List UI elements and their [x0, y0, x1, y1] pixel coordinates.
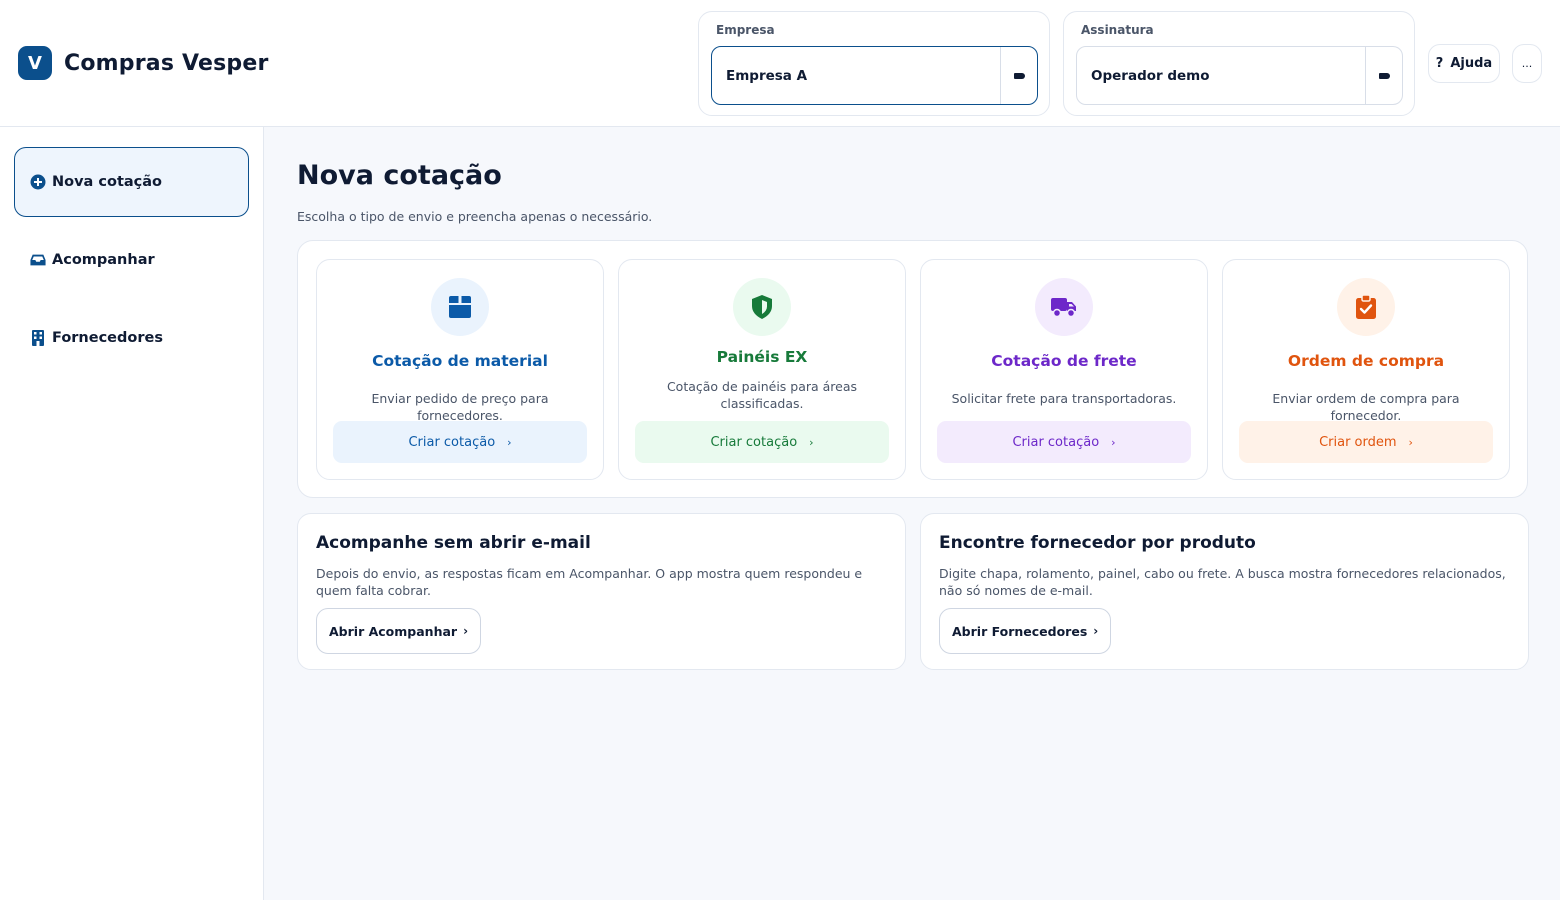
assinatura-selector-card: Assinatura Operador demo: [1063, 11, 1415, 116]
button-label: Criar ordem: [1319, 434, 1397, 450]
track-description: Depois do envio, as respostas ficam em A…: [316, 566, 863, 598]
type-card-paineis-ex[interactable]: Painéis EX Cotação de painéis para áreas…: [618, 259, 906, 480]
app-logo: V: [18, 46, 52, 80]
help-label: Ajuda: [1450, 56, 1493, 71]
top-bar: V Compras Vesper Empresa Empresa A Assin…: [0, 0, 1560, 127]
assinatura-select[interactable]: Operador demo: [1076, 46, 1403, 105]
criar-cotacao-frete-button[interactable]: Criar cotação ›: [937, 421, 1191, 463]
track-info-card: Acompanhe sem abrir e-mail Depois do env…: [297, 513, 906, 670]
sidebar: Nova cotação Acompanhar Fornecedores: [0, 127, 264, 900]
chevron-right-icon: ›: [1111, 435, 1116, 449]
chevron-right-icon: ›: [507, 435, 512, 449]
type-description: Solicitar frete para transportadoras.: [951, 391, 1177, 406]
clipboard-check-icon: [1337, 278, 1395, 336]
assinatura-dropdown-button[interactable]: [1365, 47, 1402, 104]
empresa-value: Empresa A: [726, 67, 808, 84]
button-label: Criar cotação: [710, 434, 798, 450]
empresa-dropdown-button[interactable]: [1000, 47, 1037, 104]
type-description: Enviar ordem de compra para fornecedor.: [1272, 391, 1460, 423]
empresa-label: Empresa: [716, 23, 775, 37]
chevron-right-icon: ›: [1093, 624, 1099, 638]
abrir-fornecedores-button[interactable]: Abrir Fornecedores ›: [939, 608, 1112, 654]
type-title: Cotação de material: [372, 352, 548, 370]
button-label: Abrir Acompanhar: [329, 623, 458, 639]
help-button[interactable]: ? Ajuda: [1428, 44, 1500, 83]
sidebar-item-label: Fornecedores: [52, 330, 163, 346]
chevron-down-icon: [1378, 72, 1390, 79]
suppliers-description: Digite chapa, rolamento, painel, cabo ou…: [939, 566, 1506, 598]
button-label: Criar cotação: [408, 434, 496, 450]
quote-types-panel: Cotação de material Enviar pedido de pre…: [297, 240, 1528, 498]
chevron-right-icon: ›: [1408, 435, 1413, 449]
assinatura-label: Assinatura: [1081, 23, 1154, 37]
sidebar-item-fornecedores[interactable]: Fornecedores: [14, 303, 249, 373]
assinatura-value: Operador demo: [1091, 67, 1210, 84]
abrir-acompanhar-button[interactable]: Abrir Acompanhar ›: [316, 608, 482, 654]
sidebar-item-label: Acompanhar: [52, 252, 155, 268]
button-label: Criar cotação: [1012, 434, 1100, 450]
page-subtitle: Escolha o tipo de envio e preencha apena…: [297, 209, 653, 224]
empresa-select[interactable]: Empresa A: [711, 46, 1038, 105]
empresa-selector-card: Empresa Empresa A: [698, 11, 1050, 116]
inbox-icon: [30, 252, 46, 268]
type-title: Cotação de frete: [991, 352, 1137, 370]
page-title: Nova cotação: [297, 160, 502, 191]
chevron-right-icon: ›: [809, 435, 814, 449]
type-title: Painéis EX: [716, 348, 808, 366]
type-card-cotacao-material[interactable]: Cotação de material Enviar pedido de pre…: [316, 259, 604, 480]
app-name: Compras Vesper: [64, 50, 269, 76]
type-title: Ordem de compra: [1287, 352, 1445, 370]
type-description: Cotação de painéis para áreas classifica…: [666, 379, 858, 411]
truck-icon: [1035, 278, 1093, 336]
box-icon: [431, 278, 489, 336]
criar-ordem-button[interactable]: Criar ordem ›: [1239, 421, 1493, 463]
brand: V Compras Vesper: [18, 46, 269, 80]
question-icon: ?: [1435, 56, 1444, 71]
suppliers-info-card: Encontre fornecedor por produto Digite c…: [920, 513, 1529, 670]
button-label: Abrir Fornecedores: [952, 623, 1088, 639]
chevron-right-icon: ›: [463, 624, 469, 638]
plus-circle-icon: [30, 174, 46, 190]
building-icon: [30, 330, 46, 346]
sidebar-item-nova-cotacao[interactable]: Nova cotação: [14, 147, 249, 217]
type-card-cotacao-frete[interactable]: Cotação de frete Solicitar frete para tr…: [920, 259, 1208, 480]
suppliers-title: Encontre fornecedor por produto: [939, 533, 1256, 553]
shield-icon: [733, 278, 791, 336]
criar-cotacao-material-button[interactable]: Criar cotação ›: [333, 421, 587, 463]
criar-cotacao-paineis-button[interactable]: Criar cotação ›: [635, 421, 889, 463]
type-description: Enviar pedido de preço para fornecedores…: [371, 391, 549, 423]
chevron-down-icon: [1013, 72, 1025, 79]
sidebar-item-acompanhar[interactable]: Acompanhar: [14, 225, 249, 295]
more-button[interactable]: ...: [1512, 44, 1542, 83]
track-title: Acompanhe sem abrir e-mail: [316, 533, 591, 553]
sidebar-item-label: Nova cotação: [52, 174, 162, 190]
type-card-ordem-compra[interactable]: Ordem de compra Enviar ordem de compra p…: [1222, 259, 1510, 480]
